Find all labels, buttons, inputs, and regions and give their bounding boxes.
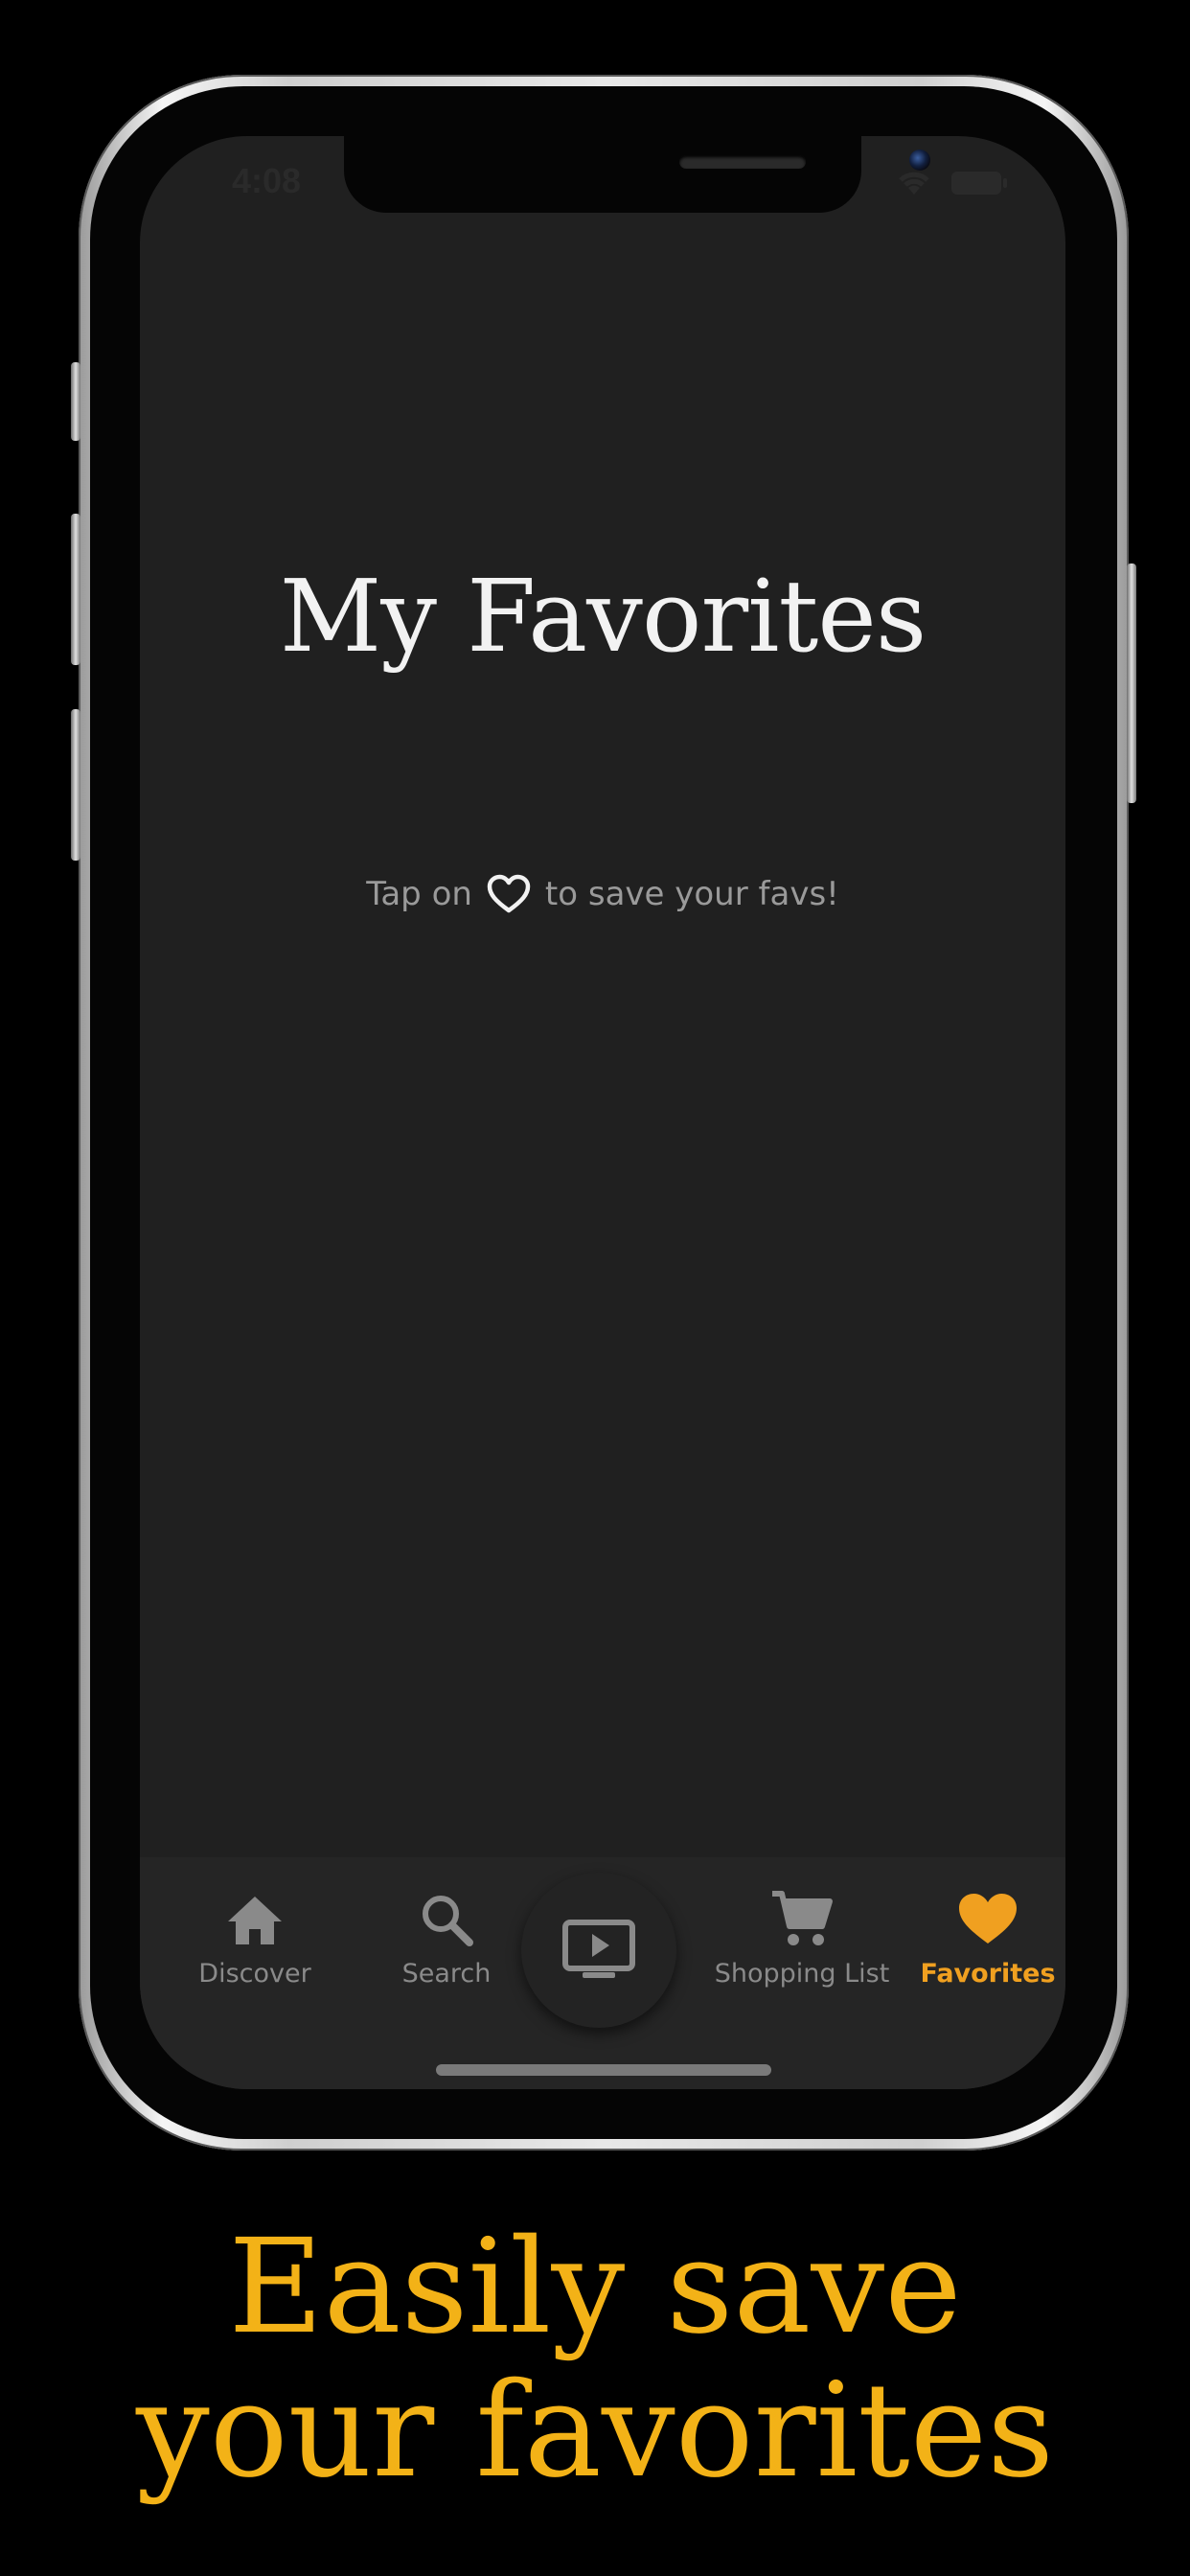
tab-label-discover: Discover [198,1959,311,1989]
tab-favorites[interactable]: Favorites [906,1886,1065,1989]
status-time: 4:08 [232,161,302,200]
volume-down-button [71,709,80,861]
hint-text-after: to save your favs! [544,875,839,913]
notch [344,136,930,213]
search-icon [418,1886,475,1953]
heart-outline-icon [486,874,532,914]
power-button [1127,564,1136,803]
watch-video-button[interactable] [521,1873,676,2028]
status-icons [895,169,1008,197]
heart-icon [956,1886,1019,1953]
home-indicator[interactable] [436,2064,771,2076]
home-icon [224,1886,286,1953]
caption-line-2: your favorites [135,2356,1055,2507]
tab-label-shopping-list: Shopping List [714,1959,890,1989]
tab-search[interactable]: Search [360,1886,533,1989]
tab-shopping-list[interactable]: Shopping List [692,1886,912,1989]
cart-icon [770,1886,834,1953]
tab-discover[interactable]: Discover [169,1886,341,1989]
tab-label-favorites: Favorites [920,1959,1056,1989]
tab-label-search: Search [401,1959,492,1989]
front-camera [909,150,930,171]
mute-switch [71,362,80,441]
speaker-grille [679,155,806,169]
page-title: My Favorites [279,558,927,675]
play-screen-icon [562,1920,635,1978]
tab-bar: Discover Search Shopping List Favorites [140,1857,1065,2089]
caption-line-1: Easily save [228,2212,962,2363]
hint-text-before: Tap on [366,875,472,913]
volume-up-button [71,514,80,665]
wifi-icon [899,172,929,195]
battery-icon [951,172,1007,195]
promo-caption: Easily save your favorites [0,2216,1190,2503]
app-screen: 4:08 My Favorites Tap on to save your fa… [140,136,1065,2089]
empty-state-hint: Tap on to save your favs! [140,874,1065,914]
